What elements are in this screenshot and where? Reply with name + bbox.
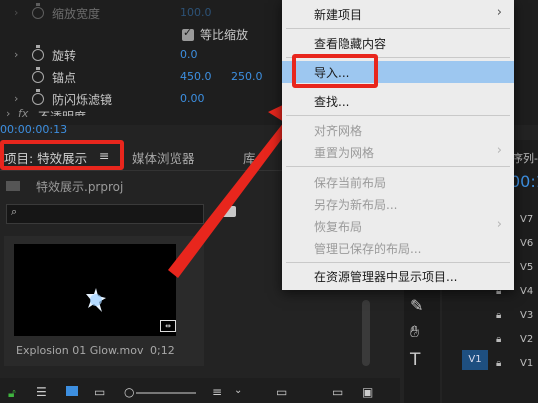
track-lock-icon[interactable]: 🔒︎ (496, 310, 501, 321)
menu-item-view-hidden[interactable]: 查看隐藏内容 (282, 32, 514, 54)
timeline-timecode[interactable]: 00:1 (510, 172, 538, 191)
effect-label: 锚点 (52, 71, 77, 85)
scrollbar[interactable] (362, 300, 370, 366)
new-bin-icon[interactable]: ▭ (332, 385, 343, 399)
clip-duration: 0;12 (150, 344, 175, 357)
search-icon: ⌕ (11, 205, 18, 218)
context-menu: 新建项目 › 查看隐藏内容 导入... 查找... 对齐网格 重置为网格 › 保存当… (282, 0, 514, 290)
menu-separator (286, 115, 510, 116)
sort-icon[interactable]: ≡ (212, 385, 222, 399)
menu-separator (286, 28, 510, 29)
chevron-right-icon: › (496, 5, 502, 20)
track-label[interactable]: V1 (520, 358, 533, 369)
source-track-v1[interactable]: V1 (462, 350, 488, 370)
menu-item-find[interactable]: 查找... (282, 90, 514, 112)
clip-type-icon: ⇹ (160, 320, 176, 332)
track-label[interactable]: V6 (520, 238, 533, 249)
annotation-highlight-box (292, 54, 378, 88)
track-lock-icon[interactable]: 🔒︎ (496, 358, 501, 369)
track-label[interactable]: V7 (520, 214, 533, 225)
expand-chevron-icon[interactable]: › (14, 92, 18, 105)
freeform-view-icon[interactable]: ▭ (94, 385, 105, 399)
zoom-slider-handle[interactable]: ○ (124, 385, 134, 399)
menu-item-align-grid: 对齐网格 (314, 124, 363, 138)
expand-chevron-icon[interactable]: › (14, 6, 18, 19)
stopwatch-icon[interactable] (32, 45, 44, 61)
menu-item-new-project[interactable]: 新建项目 › (282, 3, 514, 25)
track-label[interactable]: V2 (520, 334, 533, 345)
chevron-right-icon: › (496, 217, 502, 232)
effect-label: 旋转 (52, 49, 77, 63)
zoom-slider[interactable] (136, 392, 196, 394)
list-view-icon[interactable]: ☰ (36, 385, 47, 399)
timecode-display[interactable]: 00:00:00:13 (0, 123, 67, 136)
menu-item-reset-grid: 重置为网格 › (314, 143, 502, 160)
menu-item-restore-layout: 恢复布局 › (314, 217, 502, 234)
track-label[interactable]: V5 (520, 262, 533, 273)
bin-icon[interactable]: ▭ (276, 385, 287, 399)
annotation-highlight-box (0, 140, 124, 170)
chevron-right-icon: › (496, 143, 502, 158)
timeline-tab[interactable]: 序列-1 (512, 150, 538, 166)
type-tool-icon[interactable]: T (410, 350, 420, 370)
stopwatch-icon[interactable] (32, 89, 44, 105)
new-item-icon[interactable]: ▣ (362, 385, 373, 399)
project-file-name: 特效展示.prproj (36, 180, 124, 194)
icon-view-icon[interactable] (66, 386, 78, 396)
opacity-label: 不透明度 (38, 108, 86, 116)
explosion-glow-icon (86, 288, 106, 312)
effect-label: 防闪烁滤镜 (52, 93, 113, 107)
uniform-scale-checkbox[interactable]: ✓ (182, 26, 194, 41)
track-lock-icon[interactable]: 🔒︎ (496, 334, 501, 345)
project-file-icon (6, 181, 20, 191)
menu-item-save-as-layout: 另存为新布局... (314, 198, 398, 212)
effect-value[interactable]: 100.0 (180, 6, 212, 19)
menu-separator (286, 262, 510, 263)
pen-tool-icon[interactable]: ✎ (410, 296, 423, 315)
lock-icon[interactable]: 🔓︎ (8, 386, 16, 401)
track-label[interactable]: V3 (520, 310, 533, 321)
menu-item-reveal-in-explorer[interactable]: 在资源管理器中显示项目... (282, 265, 514, 287)
stopwatch-icon[interactable] (32, 67, 44, 83)
stopwatch-icon[interactable] (32, 3, 44, 19)
chevron-down-icon[interactable]: ⌄ (234, 385, 242, 396)
clip-thumbnail[interactable] (14, 244, 176, 336)
collapse-chevron-icon[interactable]: › (6, 107, 10, 120)
expand-chevron-icon[interactable]: › (14, 48, 18, 61)
track-label[interactable]: V4 (520, 286, 533, 297)
menu-separator (286, 166, 510, 167)
uniform-scale-label: 等比缩放 (200, 28, 249, 42)
fx-icon: fx (18, 107, 29, 120)
menu-item-save-layout: 保存当前布局 (314, 176, 387, 190)
effect-label: 缩放宽度 (52, 7, 101, 21)
hand-tool-icon[interactable]: ✋︎ (410, 322, 419, 342)
effect-row-scale-width[interactable]: › 缩放宽度 100.0 (0, 3, 290, 24)
menu-item-manage-layouts: 管理已保存的布局... (314, 242, 422, 256)
clip-name: Explosion 01 Glow.mov (16, 344, 144, 357)
